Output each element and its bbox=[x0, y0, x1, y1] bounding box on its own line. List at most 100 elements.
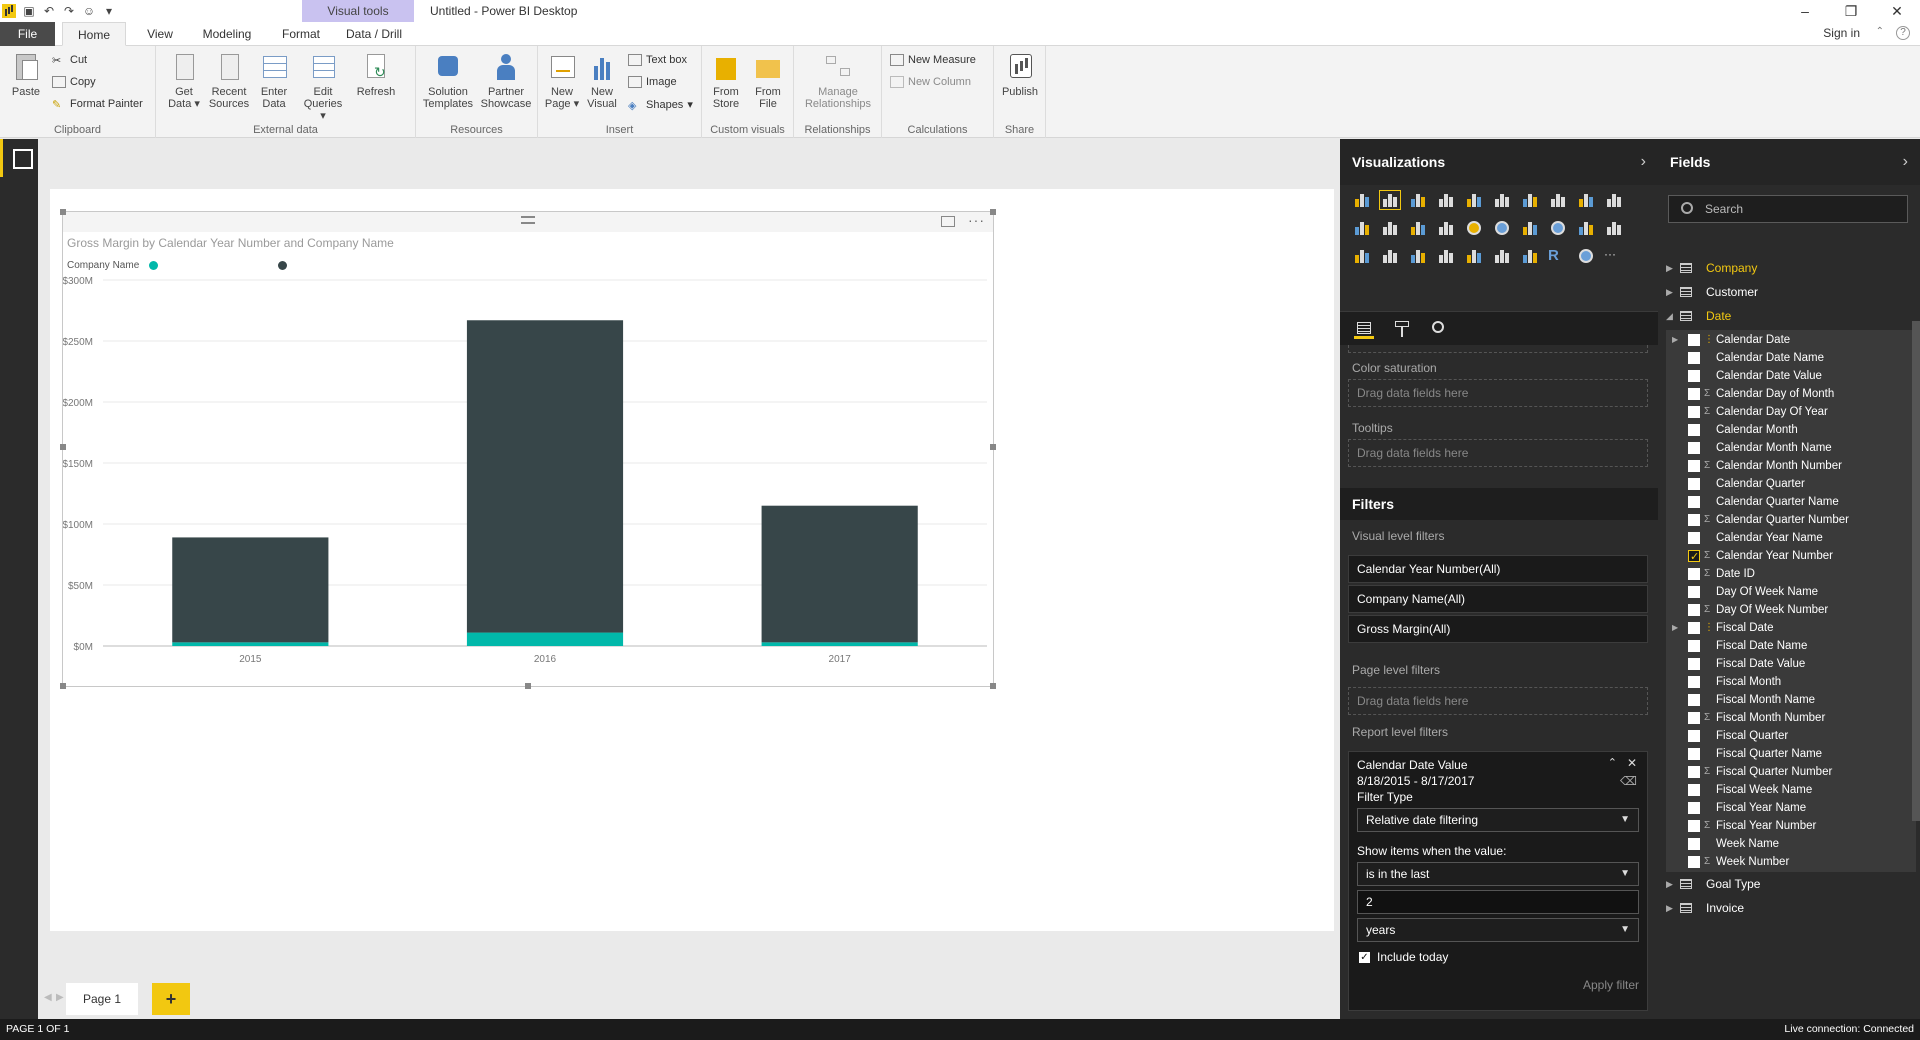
prev-page-arrow-icon[interactable]: ◀ bbox=[44, 992, 52, 1003]
field-checkbox[interactable] bbox=[1688, 388, 1700, 400]
field-item[interactable]: Σ Date ID bbox=[1666, 564, 1916, 584]
r-script-visual-icon[interactable]: R bbox=[1548, 247, 1568, 265]
minimize-icon[interactable]: – bbox=[1782, 0, 1828, 22]
clustered-column-visual-icon[interactable] bbox=[1436, 191, 1456, 209]
field-item[interactable]: Calendar Year Name bbox=[1666, 528, 1916, 548]
100-stacked-bar-visual-icon[interactable] bbox=[1464, 191, 1484, 209]
kpi-visual-icon[interactable] bbox=[1436, 247, 1456, 265]
line-clustered-column-visual-icon[interactable] bbox=[1352, 219, 1372, 237]
tab-modeling[interactable]: Modeling bbox=[192, 22, 262, 46]
field-checkbox[interactable] bbox=[1688, 676, 1700, 688]
field-checkbox[interactable] bbox=[1688, 802, 1700, 814]
amount-input[interactable]: 2 bbox=[1357, 890, 1639, 914]
tab-view[interactable]: View bbox=[136, 22, 184, 46]
expand-arrow-icon[interactable]: ▶ bbox=[1666, 257, 1673, 279]
tab-data-drill[interactable]: Data / Drill bbox=[338, 22, 410, 46]
publish-button[interactable]: Publish bbox=[998, 52, 1042, 98]
new-measure-button[interactable]: New Measure bbox=[890, 54, 976, 66]
collapse-arrow-icon[interactable]: ◢ bbox=[1666, 305, 1673, 327]
field-checkbox[interactable] bbox=[1688, 352, 1700, 364]
expand-arrow-icon[interactable]: ▶ bbox=[1666, 281, 1673, 303]
stacked-bar-visual-icon[interactable] bbox=[1352, 191, 1372, 209]
get-data-button[interactable]: Get Data ▾ bbox=[166, 52, 202, 110]
resize-handle-tl[interactable] bbox=[60, 209, 66, 215]
field-item[interactable]: Fiscal Quarter bbox=[1666, 726, 1916, 746]
field-item[interactable]: Week Name bbox=[1666, 834, 1916, 854]
report-page[interactable]: ··· Gross Margin by Calendar Year Number… bbox=[50, 189, 1334, 931]
include-today-checkbox[interactable]: ✓ bbox=[1359, 952, 1370, 963]
clustered-bar-visual-icon[interactable] bbox=[1408, 191, 1428, 209]
page-level-drop-zone[interactable]: Drag data fields here bbox=[1348, 687, 1648, 715]
apply-filter-button[interactable]: Apply filter bbox=[1583, 978, 1639, 992]
report-view-icon[interactable] bbox=[0, 139, 38, 177]
field-item[interactable]: Σ Calendar Day of Month bbox=[1666, 384, 1916, 404]
page-tab-1[interactable]: Page 1 bbox=[66, 983, 138, 1015]
color-saturation-drop-zone[interactable]: Drag data fields here bbox=[1348, 379, 1648, 407]
clear-filter-eraser-icon[interactable]: ⌫ bbox=[1620, 774, 1637, 788]
field-item[interactable]: Fiscal Month Name bbox=[1666, 690, 1916, 710]
close-icon[interactable]: ✕ bbox=[1874, 0, 1920, 22]
edit-queries-button[interactable]: Edit Queries ▾ bbox=[300, 52, 346, 122]
field-item[interactable]: Fiscal Month bbox=[1666, 672, 1916, 692]
table-company[interactable]: ▶ Company bbox=[1658, 257, 1920, 279]
format-paint-roller-icon[interactable] bbox=[1392, 319, 1412, 339]
field-checkbox[interactable] bbox=[1688, 820, 1700, 832]
next-page-arrow-icon[interactable]: ▶ bbox=[56, 992, 64, 1003]
field-item[interactable]: Fiscal Year Name bbox=[1666, 798, 1916, 818]
field-checkbox[interactable] bbox=[1688, 856, 1700, 868]
format-painter-button[interactable]: ✎ Format Painter bbox=[52, 98, 143, 111]
unit-dropdown[interactable]: years ▼ bbox=[1357, 918, 1639, 942]
table-invoice[interactable]: ▶ Invoice bbox=[1658, 897, 1920, 919]
add-page-button[interactable]: + bbox=[152, 983, 190, 1015]
more-options-icon[interactable]: ··· bbox=[968, 212, 985, 228]
sign-in-link[interactable]: Sign in bbox=[1823, 26, 1860, 40]
expand-arrow-icon[interactable]: ▶ bbox=[1672, 330, 1678, 350]
smiley-feedback-icon[interactable]: ☺ bbox=[82, 4, 96, 18]
refresh-button[interactable]: ↻ Refresh bbox=[354, 52, 398, 98]
from-file-button[interactable]: From File bbox=[748, 52, 788, 110]
field-item[interactable]: Σ Calendar Quarter Number bbox=[1666, 510, 1916, 530]
field-item[interactable]: Calendar Date Value bbox=[1666, 366, 1916, 386]
copy-button[interactable]: Copy bbox=[52, 76, 96, 88]
tab-file[interactable]: File bbox=[0, 22, 55, 46]
field-checkbox[interactable] bbox=[1688, 370, 1700, 382]
focus-mode-icon[interactable] bbox=[941, 216, 955, 227]
field-item[interactable]: Calendar Quarter bbox=[1666, 474, 1916, 494]
table-visual-icon[interactable] bbox=[1492, 247, 1512, 265]
fields-scrollbar[interactable] bbox=[1912, 321, 1920, 821]
field-checkbox[interactable] bbox=[1688, 568, 1700, 580]
manage-relationships-button[interactable]: Manage Relationships bbox=[798, 52, 878, 110]
tab-home[interactable]: Home bbox=[62, 22, 126, 46]
line-stacked-column-visual-icon[interactable] bbox=[1604, 191, 1624, 209]
field-checkbox[interactable] bbox=[1688, 424, 1700, 436]
field-item[interactable]: Day Of Week Name bbox=[1666, 582, 1916, 602]
filter-type-dropdown[interactable]: Relative date filtering ▼ bbox=[1357, 808, 1639, 832]
collapse-chevron-icon[interactable]: › bbox=[1903, 139, 1908, 185]
globe-visual-icon[interactable] bbox=[1576, 247, 1596, 265]
field-checkbox[interactable] bbox=[1688, 547, 1700, 567]
field-checkbox[interactable] bbox=[1688, 334, 1700, 346]
solution-templates-button[interactable]: Solution Templates bbox=[420, 52, 476, 110]
field-item[interactable]: Fiscal Date Name bbox=[1666, 636, 1916, 656]
stacked-area-visual-icon[interactable] bbox=[1576, 191, 1596, 209]
redo-icon[interactable]: ↷ bbox=[62, 4, 76, 18]
tooltips-drop-zone[interactable]: Drag data fields here bbox=[1348, 439, 1648, 467]
ribbon-visual-icon[interactable] bbox=[1380, 219, 1400, 237]
from-store-button[interactable]: From Store bbox=[706, 52, 746, 110]
field-checkbox[interactable] bbox=[1688, 514, 1700, 526]
stacked-column-chart-visual[interactable]: ··· Gross Margin by Calendar Year Number… bbox=[60, 209, 996, 689]
field-checkbox[interactable] bbox=[1688, 640, 1700, 652]
new-visual-button[interactable]: New Visual bbox=[584, 52, 620, 110]
field-item[interactable]: Σ Day Of Week Number bbox=[1666, 600, 1916, 620]
new-column-button[interactable]: New Column bbox=[890, 76, 971, 88]
field-checkbox[interactable] bbox=[1688, 406, 1700, 418]
field-checkbox[interactable] bbox=[1688, 478, 1700, 490]
field-item[interactable]: Fiscal Quarter Name bbox=[1666, 744, 1916, 764]
field-item[interactable]: Σ Fiscal Month Number bbox=[1666, 708, 1916, 728]
tab-format[interactable]: Format bbox=[272, 22, 330, 46]
field-item[interactable]: Calendar Month bbox=[1666, 420, 1916, 440]
field-item[interactable]: Σ Fiscal Quarter Number bbox=[1666, 762, 1916, 782]
area-visual-icon[interactable] bbox=[1548, 191, 1568, 209]
field-item[interactable]: Fiscal Date Value bbox=[1666, 654, 1916, 674]
field-checkbox[interactable] bbox=[1688, 622, 1700, 634]
